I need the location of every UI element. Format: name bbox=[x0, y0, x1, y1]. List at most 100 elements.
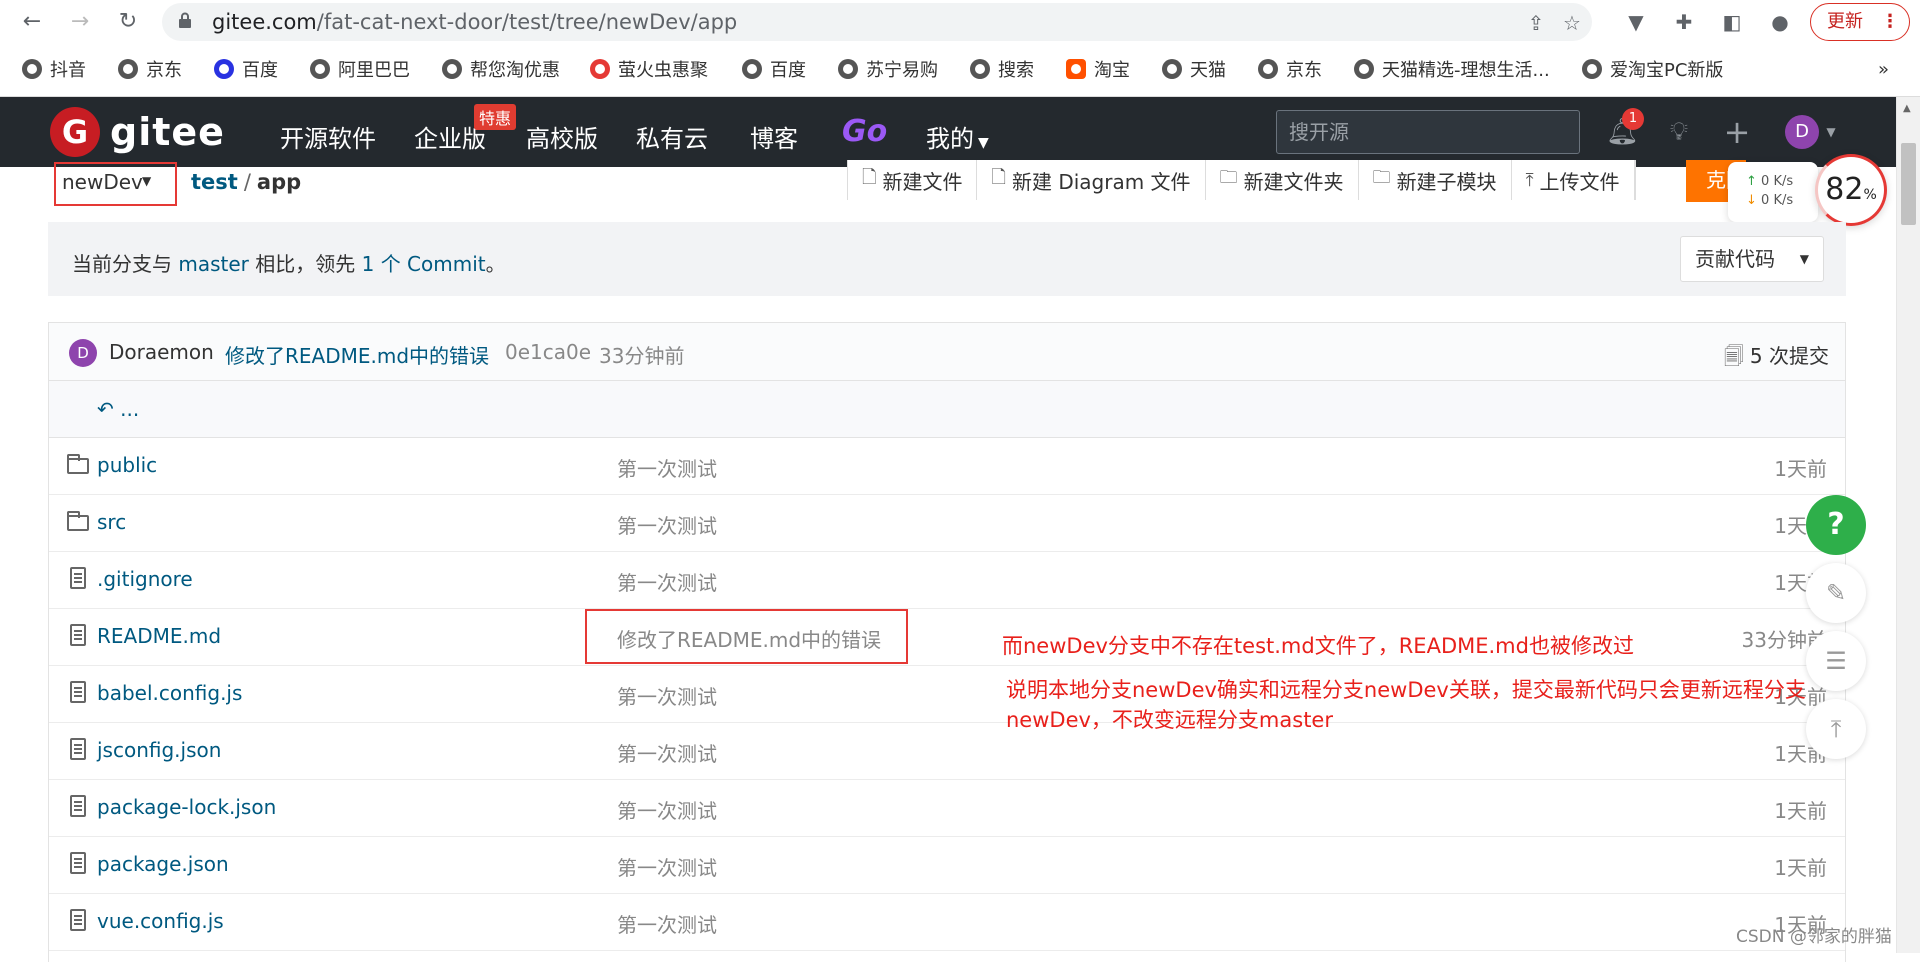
forward-icon[interactable]: → bbox=[66, 8, 94, 36]
file-name[interactable]: package.json bbox=[97, 852, 229, 876]
bookmark[interactable]: 京东 bbox=[1258, 56, 1322, 82]
file-name[interactable]: src bbox=[97, 510, 126, 534]
extensions-puzzle-icon[interactable]: ✚ bbox=[1670, 8, 1698, 36]
lightbulb-icon[interactable]: 💡︎ bbox=[1664, 117, 1694, 147]
bookmark[interactable]: 阿里巴巴 bbox=[310, 56, 410, 82]
contribute-button[interactable]: 贡献代码 ▼ bbox=[1680, 236, 1824, 282]
performance-gauge[interactable]: 82% bbox=[1815, 154, 1887, 226]
globe-icon bbox=[310, 59, 330, 79]
nav-education[interactable]: 高校版 bbox=[526, 119, 598, 154]
base-branch-link[interactable]: master bbox=[178, 252, 249, 276]
gitee-logo[interactable]: G gitee bbox=[50, 107, 225, 157]
bookmark[interactable]: 百度 bbox=[742, 56, 806, 82]
bookmark[interactable]: 爱淘宝PC新版 bbox=[1582, 56, 1723, 82]
file-row[interactable]: src 第一次测试 1天前 bbox=[49, 495, 1845, 552]
gitee-logo-text: gitee bbox=[110, 110, 225, 154]
help-button[interactable]: ? bbox=[1806, 495, 1866, 555]
bookmarks-bar: 抖音 京东 百度 阿里巴巴 帮您淘优惠 萤火虫惠聚 百度 苏宁易购 搜索 淘宝 … bbox=[0, 52, 1920, 86]
new-file-button[interactable]: 🗋︎ 新建文件 bbox=[848, 160, 978, 200]
back-to-top-icon[interactable]: ⤒ bbox=[1806, 699, 1866, 759]
commit-count-link[interactable]: 1 个 Commit bbox=[362, 252, 486, 276]
bookmark[interactable]: 京东 bbox=[118, 56, 182, 82]
file-row[interactable]: .gitignore 第一次测试 1天前 bbox=[49, 552, 1845, 609]
file-commit-message[interactable]: 第一次测试 bbox=[617, 567, 717, 596]
file-commit-message[interactable]: 第一次测试 bbox=[617, 738, 717, 767]
file-name[interactable]: vue.config.js bbox=[97, 909, 224, 933]
search-input[interactable] bbox=[1277, 111, 1579, 153]
star-icon[interactable]: ☆ bbox=[1560, 11, 1584, 35]
nav-mine[interactable]: 我的 ▼ bbox=[926, 119, 989, 154]
file-row[interactable]: package.json 第一次测试 1天前 bbox=[49, 837, 1845, 894]
file-row[interactable]: public 第一次测试 1天前 bbox=[49, 438, 1845, 495]
upload-file-button[interactable]: ⤒ 上传文件 bbox=[1511, 160, 1635, 200]
address-bar[interactable]: gitee.com/fat-cat-next-door/test/tree/ne… bbox=[162, 3, 1592, 41]
extension-vue-icon[interactable]: ▼ bbox=[1622, 8, 1650, 36]
profile-icon[interactable]: ● bbox=[1766, 8, 1794, 36]
upload-icon: ⤒ bbox=[1525, 169, 1534, 191]
back-arrow-icon: ↶ bbox=[97, 397, 114, 421]
more-icon[interactable]: ⋮ bbox=[1881, 4, 1899, 40]
edit-note-icon[interactable]: ✎ bbox=[1806, 563, 1866, 623]
file-row[interactable]: vue.config.js 第一次测试 1天前 bbox=[49, 894, 1845, 951]
bookmark[interactable]: 搜索 bbox=[970, 56, 1034, 82]
file-commit-message[interactable]: 第一次测试 bbox=[617, 852, 717, 881]
bookmark[interactable]: 天猫精选-理想生活... bbox=[1354, 56, 1550, 82]
file-name[interactable]: .gitignore bbox=[97, 567, 193, 591]
branch-select[interactable]: newDev ▼ bbox=[54, 162, 177, 206]
bookmark[interactable]: 淘宝 bbox=[1066, 56, 1130, 82]
avatar[interactable]: D bbox=[1785, 115, 1819, 149]
breadcrumb-repo[interactable]: test bbox=[191, 170, 238, 194]
bookmark[interactable]: 萤火虫惠聚 bbox=[590, 56, 708, 82]
file-commit-message[interactable]: 第一次测试 bbox=[617, 795, 717, 824]
file-icon bbox=[70, 567, 86, 589]
scroll-up-icon[interactable]: ▲ bbox=[1903, 103, 1911, 114]
bookmark[interactable]: 苏宁易购 bbox=[838, 56, 938, 82]
commit-hash[interactable]: 0e1ca0e bbox=[505, 340, 591, 364]
new-diagram-button[interactable]: 🗋︎ 新建 Diagram 文件 bbox=[977, 160, 1206, 200]
file-name[interactable]: public bbox=[97, 453, 157, 477]
firefly-icon bbox=[590, 59, 610, 79]
nav-go[interactable]: Go bbox=[842, 114, 887, 149]
back-icon[interactable]: ← bbox=[18, 8, 46, 36]
bookmarks-overflow[interactable]: » bbox=[1878, 56, 1889, 82]
file-commit-message[interactable]: 第一次测试 bbox=[617, 510, 717, 539]
file-commit-message[interactable]: 第一次测试 bbox=[617, 453, 717, 482]
commit-message[interactable]: 修改了README.md中的错误 bbox=[225, 340, 489, 369]
url-text: gitee.com/fat-cat-next-door/test/tree/ne… bbox=[212, 10, 738, 34]
share-icon[interactable]: ⇪ bbox=[1524, 11, 1548, 35]
reload-icon[interactable]: ↻ bbox=[114, 8, 142, 36]
avatar[interactable]: D bbox=[69, 339, 97, 367]
bookmark[interactable]: 百度 bbox=[214, 56, 278, 82]
file-name[interactable]: README.md bbox=[97, 624, 221, 648]
new-folder-button[interactable]: 🗀︎ 新建文件夹 bbox=[1205, 160, 1359, 200]
file-commit-message[interactable]: 第一次测试 bbox=[617, 681, 717, 710]
nav-blog[interactable]: 博客 bbox=[750, 119, 798, 154]
sidepanel-icon[interactable]: ◧ bbox=[1718, 8, 1746, 36]
search-box[interactable] bbox=[1276, 110, 1580, 154]
scrollbar-thumb[interactable] bbox=[1901, 143, 1916, 225]
commit-count-link[interactable]: 🗐︎ 5 次提交 bbox=[1724, 340, 1829, 376]
parent-directory-row[interactable]: ↶ ... bbox=[49, 381, 1845, 438]
file-row[interactable]: jsconfig.json 第一次测试 1天前 bbox=[49, 723, 1845, 780]
comment-icon[interactable]: ☰ bbox=[1806, 631, 1866, 691]
file-commit-message[interactable]: 第一次测试 bbox=[617, 909, 717, 938]
file-name[interactable]: package-lock.json bbox=[97, 795, 276, 819]
chevron-down-icon[interactable]: ▼ bbox=[1816, 117, 1846, 147]
file-row[interactable]: package-lock.json 第一次测试 1天前 bbox=[49, 780, 1845, 837]
branch-name: newDev bbox=[62, 170, 143, 194]
new-submodule-button[interactable]: 🗀︎ 新建子模块 bbox=[1358, 160, 1512, 200]
nav-private-cloud[interactable]: 私有云 bbox=[636, 119, 708, 154]
commit-author[interactable]: Doraemon bbox=[109, 340, 214, 364]
file-name[interactable]: babel.config.js bbox=[97, 681, 242, 705]
bookmark[interactable]: 天猫 bbox=[1162, 56, 1226, 82]
branch-compare-banner: 当前分支与 master 相比，领先 1 个 Commit。 贡献代码 ▼ bbox=[48, 222, 1846, 296]
update-button[interactable]: 更新 ⋮ bbox=[1810, 3, 1910, 41]
parent-directory-link[interactable]: ↶ ... bbox=[97, 397, 139, 421]
bookmark[interactable]: 抖音 bbox=[22, 56, 86, 82]
globe-icon bbox=[442, 59, 462, 79]
scrollbar[interactable]: ▲ bbox=[1896, 97, 1920, 953]
bookmark[interactable]: 帮您淘优惠 bbox=[442, 56, 560, 82]
plus-icon[interactable]: + bbox=[1722, 116, 1752, 148]
file-name[interactable]: jsconfig.json bbox=[97, 738, 221, 762]
nav-open-source[interactable]: 开源软件 bbox=[280, 119, 376, 154]
